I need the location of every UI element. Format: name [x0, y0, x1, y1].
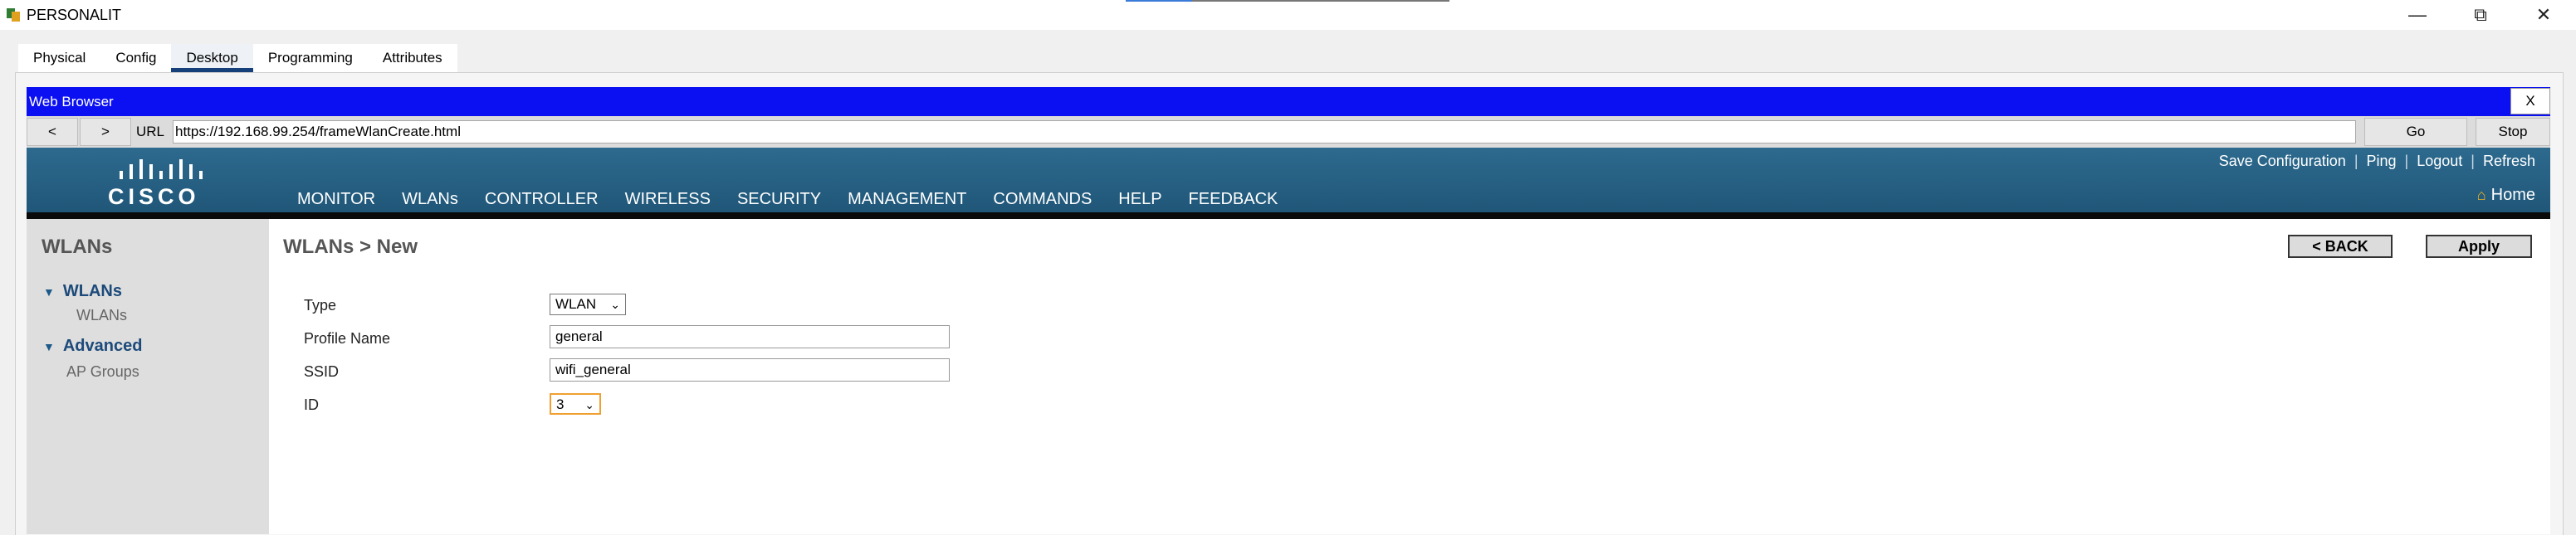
home-label: Home [2490, 186, 2535, 204]
tab-programming[interactable]: Programming [252, 44, 368, 72]
header-divider [27, 212, 2550, 219]
expand-triangle-icon: ▼ [43, 285, 55, 299]
url-input[interactable]: https://192.168.99.254/frameWlanCreate.h… [173, 120, 2356, 143]
web-browser-title: Web Browser [29, 94, 114, 109]
separator: | [2404, 153, 2409, 169]
tab-config[interactable]: Config [100, 44, 172, 72]
id-select-value: 3 [556, 396, 565, 412]
type-select-value: WLAN [555, 296, 597, 312]
ssid-input[interactable]: wifi_general [550, 358, 950, 382]
sidebar-group-advanced[interactable]: ▼ Advanced [43, 337, 142, 356]
tab-desktop[interactable]: Desktop [171, 44, 254, 72]
url-toolbar: < > URL https://192.168.99.254/frameWlan… [27, 116, 2550, 148]
cisco-logo-bars-icon [120, 159, 211, 179]
ssid-label: SSID [304, 363, 340, 380]
sidebar: WLANs ▼ WLANs WLANs ▼ Advanced AP Groups [27, 219, 269, 534]
close-icon[interactable]: ✕ [2512, 0, 2575, 30]
home-link[interactable]: ⌂ Home [2477, 186, 2535, 205]
stop-button[interactable]: Stop [2476, 118, 2550, 146]
app-icon [7, 8, 20, 22]
id-select[interactable]: 3 ⌄ [550, 393, 601, 415]
chevron-down-icon: ⌄ [610, 298, 620, 311]
type-select[interactable]: WLAN ⌄ [550, 294, 626, 315]
expand-triangle-icon: ▼ [43, 339, 55, 353]
sidebar-item-wlans[interactable]: WLANs [76, 307, 127, 324]
web-browser-titlebar: Web Browser X [27, 87, 2550, 116]
window-titlebar: PERSONALIT — ⧉ ✕ [0, 0, 2576, 30]
web-browser-close-button[interactable]: X [2510, 88, 2550, 114]
profile-name-input[interactable]: general [550, 325, 950, 348]
cisco-header: CISCO Save Configuration | Ping | Logout… [27, 148, 2550, 217]
type-label: Type [304, 297, 337, 314]
id-label: ID [304, 396, 319, 413]
sidebar-group-label: Advanced [62, 337, 143, 355]
home-icon: ⌂ [2476, 187, 2486, 203]
ping-link[interactable]: Ping [2367, 153, 2397, 170]
utility-links: Save Configuration | Ping | Logout | Ref… [2219, 153, 2535, 170]
profile-name-label: Profile Name [304, 330, 391, 347]
sidebar-group-label: WLANs [62, 282, 122, 300]
logout-link[interactable]: Logout [2417, 153, 2462, 170]
sidebar-group-wlans[interactable]: ▼ WLANs [43, 282, 122, 301]
back-button[interactable]: < BACK [2288, 235, 2393, 258]
cisco-logo: CISCO [103, 159, 211, 209]
chevron-down-icon: ⌄ [584, 398, 594, 411]
cisco-logo-text: CISCO [108, 184, 200, 209]
browser-back-button[interactable]: < [27, 118, 78, 146]
main-content: WLANs > New < BACK Apply Type WLAN ⌄ Pro… [269, 219, 2550, 534]
title-accent [1126, 0, 1192, 2]
refresh-link[interactable]: Refresh [2483, 153, 2535, 170]
separator: | [2471, 153, 2475, 169]
browser-forward-button[interactable]: > [80, 118, 131, 146]
title-accent-line [1192, 0, 1449, 2]
sidebar-title: WLANs [42, 236, 113, 258]
url-label: URL [136, 124, 165, 139]
tab-attributes[interactable]: Attributes [367, 44, 457, 72]
device-tabs: Physical Config Desktop Programming Attr… [18, 44, 457, 72]
minimize-icon[interactable]: — [2386, 0, 2449, 30]
sidebar-item-ap-groups[interactable]: AP Groups [66, 363, 139, 381]
go-button[interactable]: Go [2364, 118, 2467, 146]
window-title: PERSONALIT [27, 7, 122, 23]
save-configuration-link[interactable]: Save Configuration [2219, 153, 2346, 170]
page-title: WLANs > New [283, 236, 418, 258]
separator: | [2354, 153, 2358, 169]
restore-icon[interactable]: ⧉ [2449, 0, 2512, 30]
apply-button[interactable]: Apply [2426, 235, 2532, 258]
tab-physical[interactable]: Physical [18, 44, 101, 72]
